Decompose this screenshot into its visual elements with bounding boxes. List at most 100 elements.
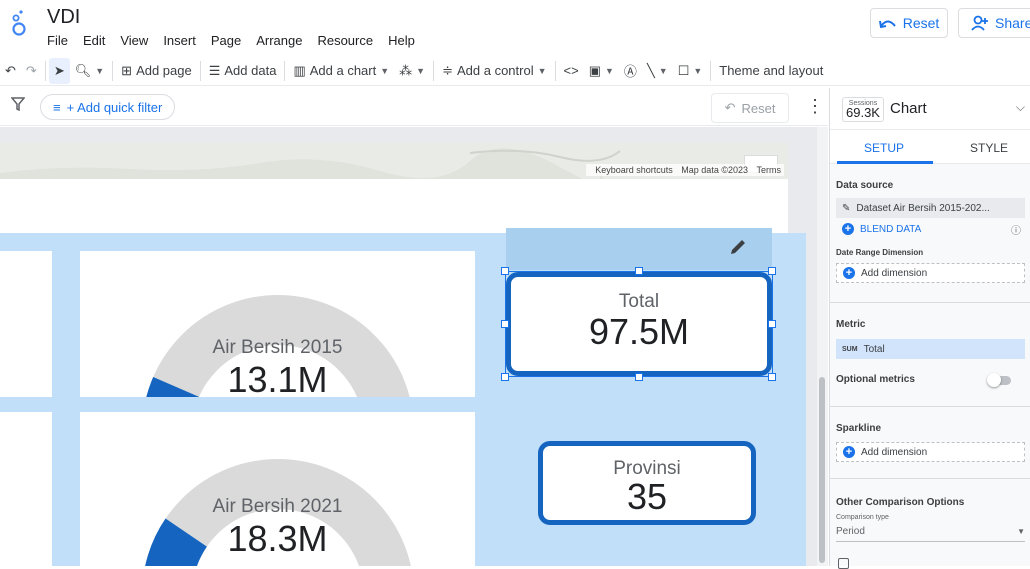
metric-field[interactable]: SUM Total: [836, 339, 1025, 359]
reset-button[interactable]: Reset: [870, 8, 948, 38]
gauge-chart[interactable]: Air Bersih 2021 18.3M: [80, 412, 475, 566]
theme-label: Theme and layout: [719, 63, 824, 78]
add-page-icon: ⊞: [121, 62, 133, 78]
gauge-chart[interactable]: Air Bersih 2015 13.1M: [80, 251, 475, 397]
resize-handle[interactable]: [501, 267, 509, 275]
menu-arrange[interactable]: Arrange: [256, 33, 302, 48]
menu-view[interactable]: View: [120, 33, 148, 48]
terms-link[interactable]: Terms: [757, 165, 782, 175]
resize-handle[interactable]: [501, 373, 509, 381]
add-circle-icon: +: [843, 446, 855, 458]
report-title[interactable]: VDI: [47, 6, 80, 29]
optional-metrics-toggle[interactable]: [987, 373, 1011, 387]
reset-icon: [878, 20, 896, 29]
edit-pencil-icon[interactable]: [728, 237, 748, 257]
embed-url-button[interactable]: <>: [559, 58, 584, 84]
map-attribution: Keyboard shortcuts Map data ©2023 Terms: [586, 164, 784, 176]
gauge-value: 18.3M: [227, 518, 328, 559]
shape-button[interactable]: ☐ ▼: [673, 58, 708, 84]
blend-data-label: BLEND DATA: [860, 223, 922, 235]
metric-title: Metric: [836, 319, 866, 330]
chart-type-chip[interactable]: Sessions 69.3K: [842, 97, 884, 122]
pencil-icon: ✎: [842, 202, 851, 214]
quick-filter-label: + Add quick filter: [66, 99, 163, 115]
section-divider: [830, 478, 1030, 479]
menu-edit[interactable]: Edit: [83, 33, 105, 48]
comparison-type-select[interactable]: Period ▼: [836, 522, 1025, 542]
panel-tabs: SETUP STYLE: [830, 130, 1030, 164]
scorecard-value: 35: [626, 476, 668, 517]
add-chart-icon: ▥: [293, 62, 306, 78]
chevron-down-icon: ▼: [658, 65, 668, 76]
redo-button[interactable]: ↷: [21, 58, 42, 84]
data-source-field[interactable]: ✎ Dataset Air Bersih 2015-202...: [836, 198, 1025, 218]
chart-card-partial[interactable]: [0, 412, 52, 566]
control-icon: ≑: [442, 62, 453, 78]
add-circle-icon: +: [843, 267, 855, 279]
undo-button[interactable]: ↶: [0, 58, 21, 84]
blend-data-button[interactable]: + BLEND DATA ⓘ: [836, 219, 1025, 239]
text-button[interactable]: Ⓐ: [619, 58, 642, 84]
add-control-button[interactable]: ≑ Add a control ▼: [437, 58, 551, 84]
view-reset-button[interactable]: ↶ Reset: [711, 93, 789, 123]
share-button[interactable]: Share: [958, 8, 1030, 38]
chart-card-partial[interactable]: [0, 251, 52, 397]
menu-insert[interactable]: Insert: [163, 33, 196, 48]
reset-icon: ↶: [724, 100, 736, 115]
scorecard-provinsi[interactable]: Provinsi 35: [538, 441, 756, 525]
tab-setup[interactable]: SETUP: [864, 141, 904, 155]
chevron-down-icon: ▼: [380, 65, 390, 76]
add-sparkline-dimension-button[interactable]: + Add dimension: [836, 442, 1025, 462]
menu-help[interactable]: Help: [388, 33, 415, 48]
add-circle-icon: +: [842, 223, 854, 235]
help-icon[interactable]: ⓘ: [1011, 222, 1021, 237]
toolbar-divider: [199, 60, 201, 81]
chip-value: 69.3K: [846, 105, 880, 120]
zoom-button[interactable]: 🔍︎ ▼: [70, 58, 109, 84]
date-range-title: Date Range Dimension: [836, 248, 924, 257]
looker-studio-logo-icon: [12, 10, 26, 36]
cursor-icon: ➤: [53, 62, 65, 78]
resize-handle[interactable]: [635, 267, 643, 275]
more-vert-icon[interactable]: ⋮: [806, 97, 824, 115]
tab-style[interactable]: STYLE: [970, 141, 1008, 155]
menu-resource[interactable]: Resource: [317, 33, 373, 48]
add-date-dimension-button[interactable]: + Add dimension: [836, 263, 1025, 283]
properties-panel: Sessions 69.3K Chart ⌵ SETUP STYLE Data …: [829, 88, 1030, 569]
resize-handle[interactable]: [768, 267, 776, 275]
canvas-white-area: [0, 179, 788, 233]
image-icon: ▣: [588, 62, 601, 78]
menu-page[interactable]: Page: [211, 33, 241, 48]
filter-icon[interactable]: [11, 97, 25, 111]
share-label: Share: [995, 15, 1030, 31]
canvas-scrollbar[interactable]: [817, 127, 828, 566]
aggregation-badge[interactable]: SUM: [842, 346, 858, 353]
view-reset-label: Reset: [741, 100, 776, 116]
toolbar-divider: [710, 60, 712, 81]
resize-handle[interactable]: [768, 373, 776, 381]
line-button[interactable]: ╲ ▼: [642, 58, 673, 84]
chevron-down-icon: ▼: [537, 65, 547, 76]
chevron-down-icon[interactable]: ⌵: [1016, 100, 1025, 115]
add-page-button[interactable]: ⊞ Add page: [116, 58, 197, 84]
add-chart-button[interactable]: ▥ Add a chart ▼: [288, 58, 394, 84]
resize-handle[interactable]: [768, 320, 776, 328]
community-viz-button[interactable]: ⁂ ▼: [394, 58, 430, 84]
resize-handle[interactable]: [501, 320, 509, 328]
google-map-chart[interactable]: Keyboard shortcuts Map data ©2023 Terms: [0, 143, 788, 179]
menu-file[interactable]: File: [47, 33, 68, 48]
add-data-button[interactable]: ☰ Add data: [204, 58, 282, 84]
scrollbar-thumb[interactable]: [819, 377, 825, 563]
add-quick-filter-button[interactable]: ≡ + Add quick filter: [40, 94, 176, 120]
report-canvas[interactable]: Keyboard shortcuts Map data ©2023 Terms …: [0, 127, 828, 566]
keyboard-shortcuts-link[interactable]: Keyboard shortcuts: [595, 165, 673, 175]
theme-layout-button[interactable]: Theme and layout: [714, 58, 828, 84]
checkbox[interactable]: [838, 558, 849, 569]
image-button[interactable]: ▣ ▼: [584, 58, 619, 84]
resize-handle[interactable]: [635, 373, 643, 381]
active-tab-indicator: [837, 161, 933, 164]
scorecard-total[interactable]: Total 97.5M: [506, 272, 772, 376]
chevron-down-icon: ▼: [1017, 527, 1025, 536]
select-tool-button[interactable]: ➤: [48, 57, 70, 84]
menu-bar: File Edit View Insert Page Arrange Resou…: [47, 33, 430, 48]
